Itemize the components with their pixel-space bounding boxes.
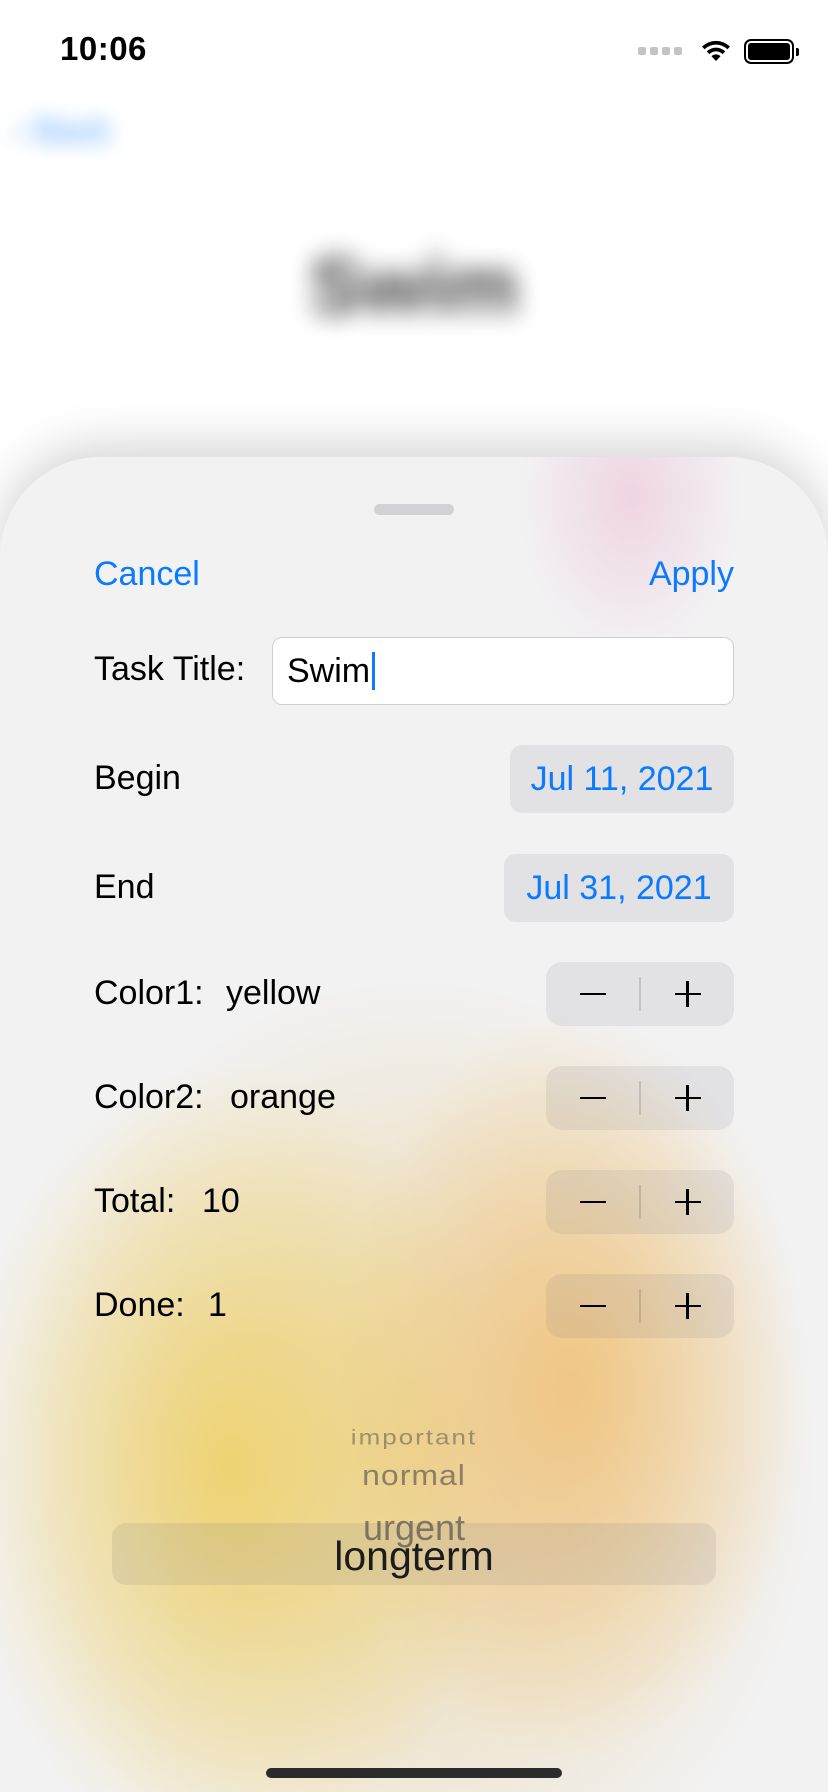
task-title-value: Swim [287,651,371,690]
plus-icon [674,1189,701,1215]
minus-icon [579,1200,606,1204]
total-stepper[interactable] [546,1170,734,1234]
done-stepper[interactable] [546,1274,734,1338]
total-increment-button[interactable] [641,1170,734,1234]
color2-value: orange [230,1078,336,1116]
end-date-value: Jul 31, 2021 [526,868,712,907]
priority-wheel-picker[interactable]: important normal urgent longterm [0,1417,828,1697]
done-increment-button[interactable] [641,1274,734,1338]
color2-increment-button[interactable] [641,1066,734,1130]
color1-decrement-button[interactable] [546,962,639,1026]
color1-label: Color1: [94,974,204,1012]
apply-button[interactable]: Apply [649,555,734,594]
color2-stepper[interactable] [546,1066,734,1130]
color2-label: Color2: [94,1078,204,1116]
done-label: Done: [94,1286,185,1324]
background-page-title: Swim [309,241,519,330]
cellular-signal-icon [638,47,682,55]
status-time: 10:06 [60,30,147,67]
sheet-grabber[interactable] [374,504,454,515]
screen: 10:06 ‹ Back Swim Cancel Apply Task Titl… [0,0,828,1792]
picker-option-selected[interactable]: longterm [0,1533,828,1580]
begin-date-value: Jul 11, 2021 [530,759,714,798]
color1-stepper[interactable] [546,962,734,1026]
status-icons [638,34,799,68]
minus-icon [579,1304,606,1308]
total-decrement-button[interactable] [546,1170,639,1234]
minus-icon [579,1096,606,1100]
cancel-button[interactable]: Cancel [94,555,200,594]
background-back-button: ‹ Back [14,112,111,150]
home-indicator[interactable] [266,1768,562,1778]
begin-label: Begin [94,759,181,797]
text-cursor [372,652,376,690]
color1-increment-button[interactable] [641,962,734,1026]
edit-task-sheet: Cancel Apply Task Title: Swim Begin Jul … [0,457,828,1792]
plus-icon [674,1085,701,1111]
begin-date-picker[interactable]: Jul 11, 2021 [510,745,734,813]
picker-option[interactable]: important [0,1425,828,1450]
wifi-icon [702,40,730,61]
minus-icon [579,992,606,996]
task-title-label: Task Title: [94,650,246,688]
done-value: 1 [208,1286,227,1324]
plus-icon [674,981,701,1007]
total-label: Total: [94,1182,176,1220]
battery-icon [744,38,799,64]
total-value: 10 [202,1182,240,1220]
task-title-input[interactable]: Swim [272,637,734,705]
color1-value: yellow [226,974,321,1012]
color2-decrement-button[interactable] [546,1066,639,1130]
plus-icon [674,1293,701,1319]
picker-option[interactable]: normal [0,1459,828,1492]
end-label: End [94,868,155,906]
done-decrement-button[interactable] [546,1274,639,1338]
end-date-picker[interactable]: Jul 31, 2021 [504,854,734,922]
